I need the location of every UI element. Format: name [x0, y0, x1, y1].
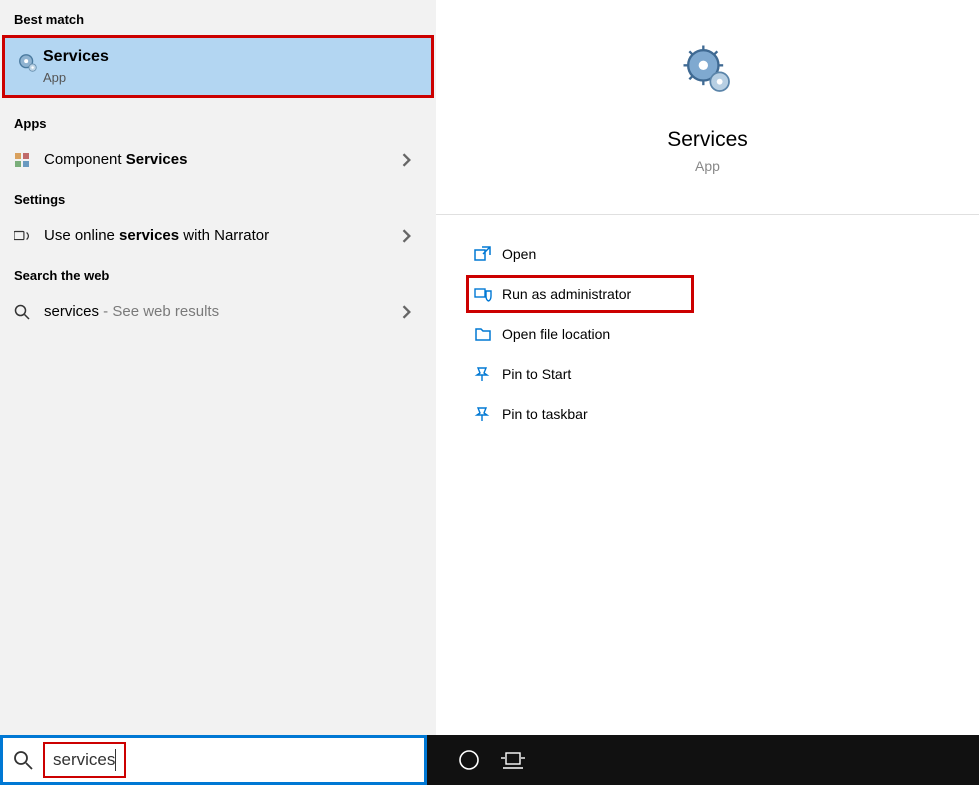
- search-web-header: Search the web: [0, 256, 436, 291]
- result-label: services - See web results: [44, 303, 402, 320]
- hero-gear-icon: [436, 42, 979, 98]
- pin-icon: [474, 365, 502, 383]
- open-icon: [474, 245, 502, 263]
- search-icon: [13, 750, 33, 770]
- search-value: services: [53, 750, 115, 770]
- result-component-services[interactable]: Component Services: [0, 139, 436, 180]
- details-panel: Services App Open Run as administrator: [436, 0, 979, 735]
- taskbar: services: [0, 735, 979, 785]
- search-results-window: Best match Services App Apps Component S…: [0, 0, 979, 735]
- best-match-title: Services: [43, 48, 417, 66]
- narrator-icon: [14, 228, 44, 244]
- pin-icon: [474, 405, 502, 423]
- chevron-right-icon: [402, 305, 422, 319]
- best-match-header: Best match: [0, 0, 436, 35]
- best-match-subtitle: App: [43, 70, 417, 85]
- task-view-icon[interactable]: [491, 750, 535, 770]
- divider: [436, 214, 979, 215]
- action-pin-to-start[interactable]: Pin to Start: [466, 355, 979, 393]
- folder-icon: [474, 325, 502, 343]
- hero-title: Services: [436, 128, 979, 152]
- results-panel: Best match Services App Apps Component S…: [0, 0, 436, 735]
- chevron-right-icon: [402, 153, 422, 167]
- services-gear-icon: [17, 52, 39, 74]
- action-open[interactable]: Open: [466, 235, 979, 273]
- taskbar-tray: [427, 735, 979, 785]
- taskbar-search-box[interactable]: services: [0, 735, 427, 785]
- admin-shield-icon: [474, 285, 502, 303]
- action-label: Open file location: [502, 326, 610, 342]
- search-icon: [14, 304, 44, 320]
- result-web-search[interactable]: services - See web results: [0, 291, 436, 332]
- text-caret: [115, 749, 116, 771]
- details-hero: Services App: [436, 42, 979, 204]
- result-narrator-setting[interactable]: Use online services with Narrator: [0, 215, 436, 256]
- action-open-file-location[interactable]: Open file location: [466, 315, 979, 353]
- search-input[interactable]: services: [43, 742, 126, 778]
- action-run-as-admin[interactable]: Run as administrator: [466, 275, 694, 313]
- chevron-right-icon: [402, 229, 422, 243]
- action-label: Run as administrator: [502, 286, 631, 302]
- action-label: Pin to Start: [502, 366, 571, 382]
- action-list: Open Run as administrator Open file loca…: [436, 235, 979, 433]
- cortana-icon[interactable]: [447, 749, 491, 771]
- result-label: Use online services with Narrator: [44, 227, 402, 244]
- apps-header: Apps: [0, 104, 436, 139]
- best-match-result[interactable]: Services App: [2, 35, 434, 98]
- hero-subtitle: App: [436, 158, 979, 174]
- action-label: Pin to taskbar: [502, 406, 588, 422]
- action-pin-to-taskbar[interactable]: Pin to taskbar: [466, 395, 979, 433]
- settings-header: Settings: [0, 180, 436, 215]
- result-label: Component Services: [44, 151, 402, 168]
- component-services-icon: [14, 152, 44, 168]
- action-label: Open: [502, 246, 536, 262]
